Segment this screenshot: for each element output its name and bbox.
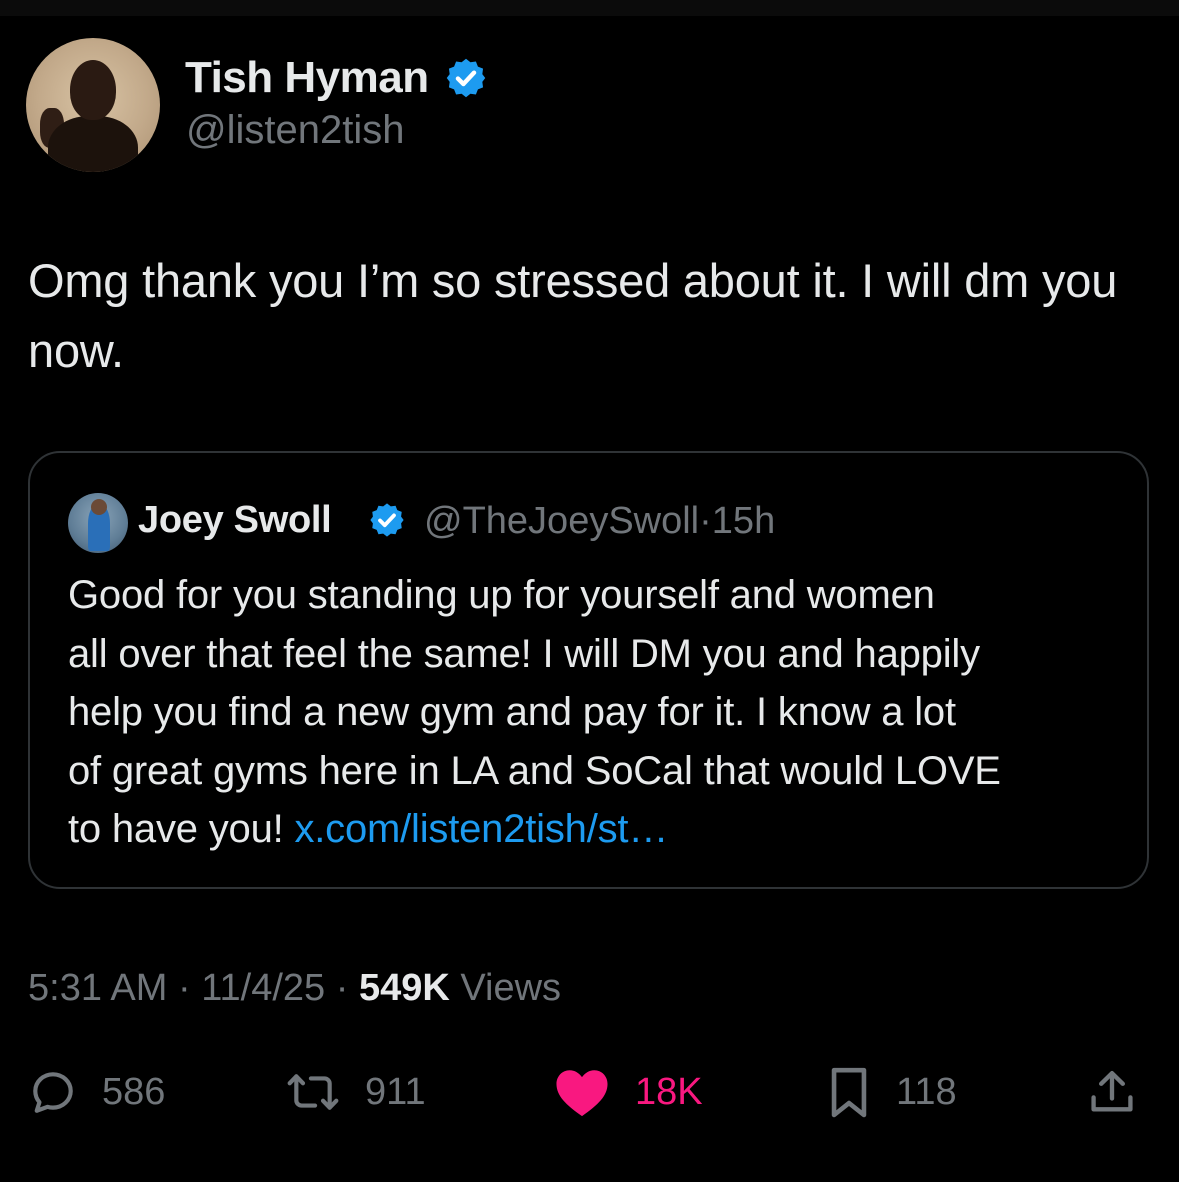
meta-separator: · <box>177 967 191 1009</box>
like-button[interactable]: 18K <box>553 1064 703 1120</box>
share-button[interactable] <box>1086 1064 1138 1120</box>
quote-author-avatar[interactable] <box>68 493 128 553</box>
tweet-text: Omg thank you I’m so stressed about it. … <box>28 254 1118 377</box>
like-count: 18K <box>635 1070 703 1113</box>
quote-timestamp[interactable]: 15h <box>712 500 775 542</box>
meta-separator: · <box>335 967 349 1009</box>
quoted-tweet-card[interactable]: Joey Swoll @TheJoeySwoll·15h Good for yo… <box>28 451 1149 889</box>
bookmark-icon <box>831 1067 867 1118</box>
retweet-button[interactable]: 911 <box>285 1064 426 1120</box>
retweet-count: 911 <box>365 1070 426 1113</box>
reply-button[interactable]: 586 <box>28 1064 165 1120</box>
reply-count: 586 <box>102 1070 166 1113</box>
reply-bubble-icon <box>33 1072 73 1113</box>
avatar-face-shape <box>70 60 116 120</box>
quote-separator: · <box>699 500 712 542</box>
verified-badge-icon <box>370 503 404 537</box>
author-avatar[interactable] <box>26 38 160 172</box>
quote-avatar-head <box>91 499 107 515</box>
status-bar-strip <box>0 0 1179 16</box>
retweet-arrows-icon <box>287 1074 339 1110</box>
bookmark-button[interactable]: 118 <box>826 1064 957 1120</box>
bookmark-count: 118 <box>896 1070 957 1113</box>
tweet-time[interactable]: 5:31 AM <box>28 967 167 1009</box>
heart-filled-icon <box>556 1070 608 1117</box>
quote-link[interactable]: x.com/listen2tish/st… <box>294 807 668 851</box>
quote-author-name[interactable]: Joey Swoll <box>138 499 332 542</box>
quote-author-handle[interactable]: @TheJoeySwoll <box>424 500 699 542</box>
share-upload-icon <box>1091 1070 1133 1112</box>
quote-meta: @TheJoeySwoll·15h <box>424 500 775 543</box>
author-handle[interactable]: @listen2tish <box>186 108 404 153</box>
author-name[interactable]: Tish Hyman <box>185 53 429 103</box>
views-label: Views <box>460 967 562 1009</box>
views-count: 549K <box>358 967 450 1009</box>
tweet-date[interactable]: 11/4/25 <box>201 967 325 1009</box>
tweet-meta-line: 5:31 AM · 11/4/25 · 549K Views <box>28 967 561 1010</box>
avatar-body-shape <box>48 116 138 172</box>
verified-badge-icon <box>446 58 486 98</box>
quote-text: Good for you standing up for yourself an… <box>68 566 1128 859</box>
